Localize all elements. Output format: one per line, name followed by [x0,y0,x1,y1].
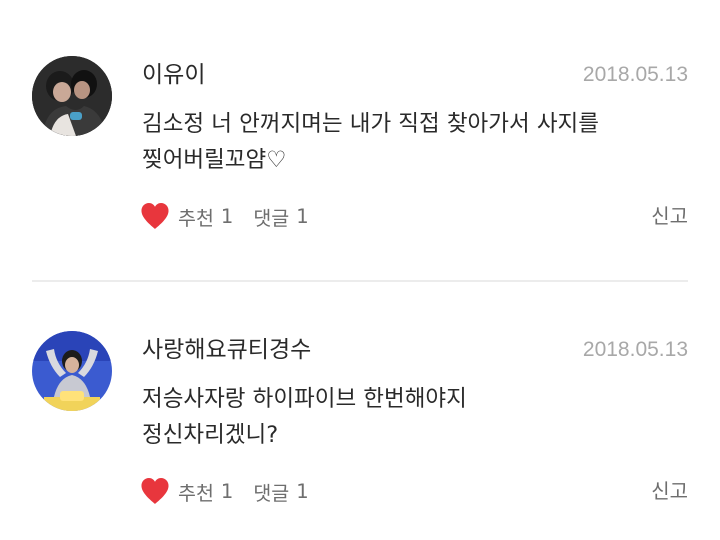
like-count: 1 [220,479,234,503]
reply-button[interactable]: 댓글 [253,477,289,506]
heart-icon[interactable] [140,477,170,505]
comment-body: 김소정 너 안꺼지며는 내가 직접 찾아가서 사지를 찢어버릴꼬얌♡ [142,106,702,178]
comment-actions: 추천 1 댓글 1 [140,199,309,233]
reply-button[interactable]: 댓글 [253,202,289,231]
report-button[interactable]: 신고 [651,199,688,233]
comment-item: 이유이 2018.05.13 김소정 너 안꺼지며는 내가 직접 찾아가서 사지… [0,0,720,260]
comment-body-line: 정신차리겠니? [142,422,279,448]
heart-icon[interactable] [140,202,170,230]
comment-username[interactable]: 이유이 [142,58,205,92]
like-button[interactable]: 추천 [178,202,214,231]
avatar[interactable] [32,56,112,136]
avatar[interactable] [32,331,112,411]
avatar-photo [32,56,112,136]
comment-username[interactable]: 사랑해요큐티경수 [142,333,311,367]
report-button[interactable]: 신고 [651,474,688,508]
like-button[interactable]: 추천 [178,477,214,506]
like-count: 1 [220,204,234,228]
reply-count: 1 [296,204,309,228]
comment-item: 사랑해요큐티경수 2018.05.13 저승사자랑 하이파이브 한번해야지 정신… [0,275,720,535]
reply-count: 1 [296,479,309,503]
comment-date: 2018.05.13 [582,63,688,86]
avatar-photo [32,331,112,411]
comment-body-line: 저승사자랑 하이파이브 한번해야지 [142,386,467,412]
comment-actions: 추천 1 댓글 1 [140,474,309,508]
comment-body: 저승사자랑 하이파이브 한번해야지 정신차리겠니? [142,381,702,453]
comment-body-line: 찢어버릴꼬얌♡ [142,147,287,173]
comment-body-line: 김소정 너 안꺼지며는 내가 직접 찾아가서 사지를 [142,111,599,137]
comment-date: 2018.05.13 [582,338,688,361]
